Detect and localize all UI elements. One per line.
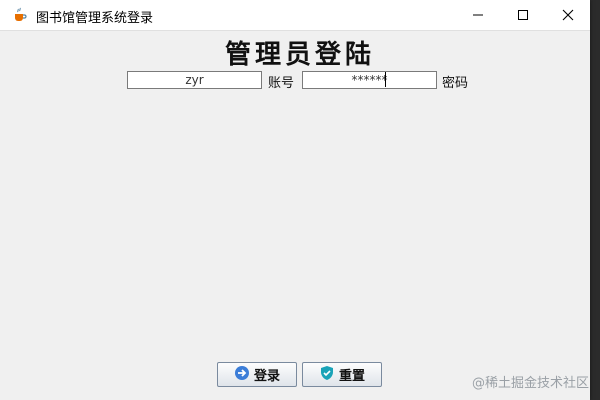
minimize-button[interactable] (455, 0, 501, 30)
login-button-label: 登录 (253, 369, 280, 384)
page-title: 管理员登陆 (224, 40, 375, 70)
maximize-icon (517, 6, 529, 25)
reset-shield-icon (319, 365, 335, 385)
watermark: @稀土掘金技术社区 (472, 376, 590, 391)
login-window: 图书馆管理系统登录 管理员登陆 账号 密码 登录 (0, 0, 590, 400)
window-title: 图书馆管理系统登录 (36, 11, 154, 26)
reset-button-label: 重置 (338, 369, 365, 384)
java-cup-icon (12, 7, 28, 23)
login-arrow-icon (234, 365, 250, 385)
account-label: 账号 (268, 76, 295, 91)
maximize-button[interactable] (500, 0, 546, 30)
title-bar[interactable]: 图书馆管理系统登录 (0, 0, 590, 31)
login-button[interactable]: 登录 (217, 362, 297, 387)
reset-button[interactable]: 重置 (302, 362, 382, 387)
close-button[interactable] (545, 0, 591, 30)
text-caret (385, 72, 386, 87)
account-input[interactable] (127, 71, 262, 89)
minimize-icon (472, 6, 484, 25)
password-input[interactable] (302, 71, 437, 89)
password-label: 密码 (442, 76, 469, 91)
close-icon (562, 6, 574, 25)
